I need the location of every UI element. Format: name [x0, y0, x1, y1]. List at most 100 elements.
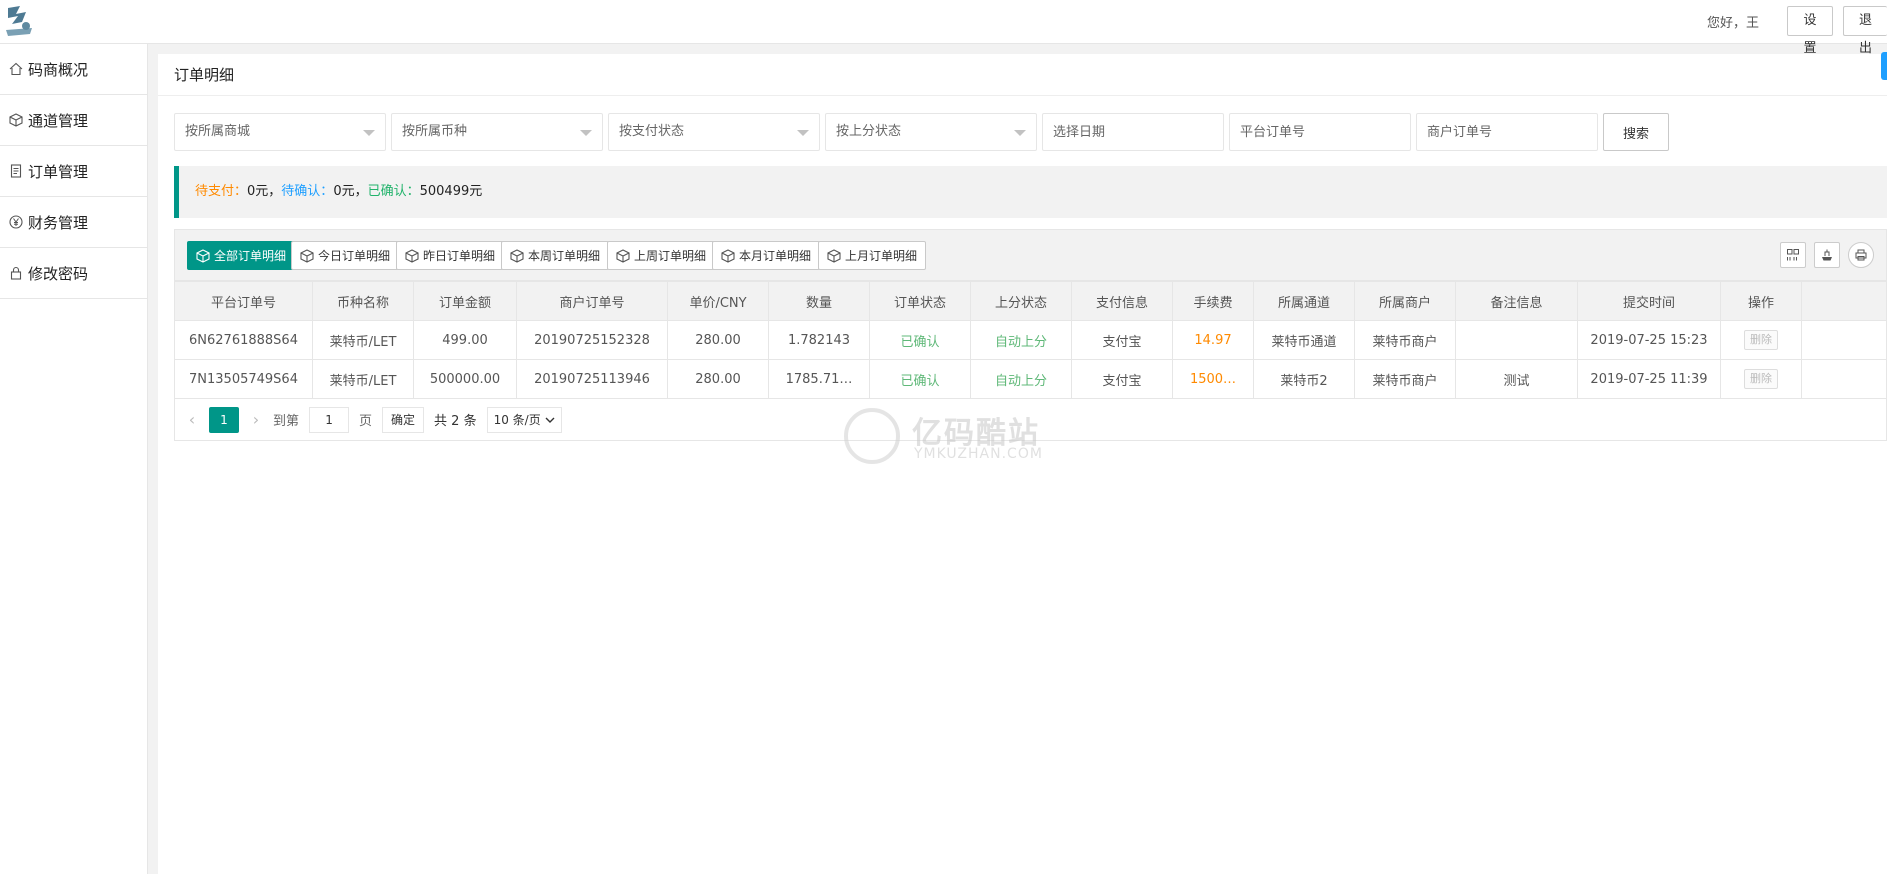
- confirmed-label: 已确认：: [367, 184, 420, 199]
- cell-amount: 500000.00: [413, 359, 517, 399]
- this-week-orders-button[interactable]: 本周订单明细: [501, 241, 610, 270]
- cell-pay-info: 支付宝: [1071, 359, 1173, 399]
- pending-confirm-value: 0元，: [333, 184, 368, 199]
- cell-merchant-order: 20190725113946: [516, 359, 668, 399]
- cube-icon: [405, 248, 419, 263]
- button-label: 上周订单明细: [634, 249, 707, 263]
- cell-platform-order: 7N13505749S64: [174, 359, 313, 399]
- caret-down-icon: [580, 130, 592, 136]
- col-header[interactable]: 数量: [768, 281, 870, 321]
- settings-button[interactable]: 设置: [1787, 6, 1833, 56]
- sidebar-item-label: 订单管理: [28, 162, 89, 181]
- sidebar-item-finance[interactable]: 财务管理: [0, 197, 147, 248]
- yen-icon: [8, 214, 24, 230]
- last-month-orders-button[interactable]: 上月订单明细: [818, 241, 927, 270]
- total-count: 共 2 条: [434, 414, 477, 429]
- cell-submit-time: 2019-07-25 11:39: [1577, 359, 1721, 399]
- col-header[interactable]: 手续费: [1172, 281, 1254, 321]
- col-header[interactable]: 单价/CNY: [667, 281, 769, 321]
- upscore-status-select[interactable]: 按上分状态: [825, 113, 1037, 151]
- logo[interactable]: [2, 2, 36, 40]
- sidebar-item-label: 修改密码: [28, 264, 89, 283]
- sidebar-item-overview[interactable]: 码商概况: [0, 44, 147, 95]
- summary-bar: 待支付：0元，待确认：0元，已确认：500499元: [174, 166, 1887, 218]
- cell-actions: 删除: [1720, 320, 1802, 360]
- edge-tab[interactable]: [1881, 52, 1887, 80]
- delete-button[interactable]: 删除: [1744, 369, 1778, 389]
- cube-icon: [510, 248, 524, 263]
- cell-upscore-status: 自动上分: [970, 320, 1072, 360]
- prev-page-icon[interactable]: ‹: [185, 410, 199, 429]
- export-icon[interactable]: [1814, 242, 1840, 268]
- sidebar-item-password[interactable]: 修改密码: [0, 248, 147, 299]
- currency-select-label: 按所属币种: [402, 124, 468, 139]
- col-header[interactable]: 备注信息: [1455, 281, 1578, 321]
- cell-pay-info: 支付宝: [1071, 320, 1173, 360]
- page-size-select[interactable]: 10 条/页: [486, 406, 562, 433]
- cell-fee: 14.97: [1172, 320, 1254, 360]
- cell-order-status: 已确认: [869, 320, 971, 360]
- cube-icon: [616, 248, 630, 263]
- cell-unit-price: 280.00: [667, 359, 769, 399]
- platform-order-input[interactable]: [1229, 113, 1411, 151]
- sidebar: 码商概况 通道管理 订单管理 财务管理 修改密码: [0, 44, 148, 874]
- col-header[interactable]: 订单状态: [869, 281, 971, 321]
- table-row[interactable]: 7N13505749S64 莱特币/LET 500000.00 20190725…: [174, 359, 1887, 399]
- col-header[interactable]: 支付信息: [1071, 281, 1173, 321]
- pending-pay-label: 待支付：: [195, 184, 248, 199]
- button-label: 昨日订单明细: [423, 249, 496, 263]
- columns-icon[interactable]: [1780, 242, 1806, 268]
- sidebar-item-label: 通道管理: [28, 111, 89, 130]
- cell-channel: 莱特币2: [1253, 359, 1355, 399]
- pay-status-select-label: 按支付状态: [619, 124, 685, 139]
- cell-merchant: 莱特币商户: [1354, 359, 1456, 399]
- goto-page-input[interactable]: [309, 406, 350, 433]
- sidebar-item-orders[interactable]: 订单管理: [0, 146, 147, 197]
- sidebar-item-label: 财务管理: [28, 213, 89, 232]
- home-icon: [8, 61, 24, 77]
- yesterday-orders-button[interactable]: 昨日订单明细: [396, 241, 505, 270]
- cell-channel: 莱特币通道: [1253, 320, 1355, 360]
- next-page-icon[interactable]: ›: [249, 410, 263, 429]
- col-header[interactable]: 所属通道: [1253, 281, 1355, 321]
- cube-icon: [196, 248, 210, 263]
- current-page[interactable]: 1: [209, 406, 239, 433]
- col-header[interactable]: 操作: [1720, 281, 1802, 321]
- cell-order-status: 已确认: [869, 359, 971, 399]
- delete-button[interactable]: 删除: [1744, 330, 1778, 350]
- button-label: 全部订单明细: [214, 249, 287, 263]
- cell-fee: 1500…: [1172, 359, 1254, 399]
- button-label: 今日订单明细: [318, 249, 391, 263]
- currency-select[interactable]: 按所属币种: [391, 113, 603, 151]
- caret-down-icon: [797, 130, 809, 136]
- all-orders-button[interactable]: 全部订单明细: [187, 241, 296, 270]
- col-header[interactable]: 提交时间: [1577, 281, 1721, 321]
- col-header[interactable]: 上分状态: [970, 281, 1072, 321]
- logout-button[interactable]: 退出: [1843, 6, 1887, 56]
- pay-status-select[interactable]: 按支付状态: [608, 113, 820, 151]
- page-unit-label: 页: [359, 414, 373, 429]
- page-size-label: 10 条/页: [493, 412, 541, 427]
- mall-select[interactable]: 按所属商城: [174, 113, 386, 151]
- col-header[interactable]: 订单金额: [413, 281, 517, 321]
- col-header[interactable]: 所属商户: [1354, 281, 1456, 321]
- print-icon[interactable]: [1848, 242, 1874, 268]
- col-header[interactable]: 商户订单号: [516, 281, 668, 321]
- pending-pay-value: 0元，: [247, 184, 282, 199]
- search-button[interactable]: 搜索: [1603, 113, 1669, 151]
- goto-label: 到第: [273, 414, 300, 429]
- merchant-order-input[interactable]: [1416, 113, 1598, 151]
- goto-confirm-button[interactable]: 确定: [382, 406, 425, 433]
- table-row[interactable]: 6N62761888S64 莱特币/LET 499.00 20190725152…: [174, 320, 1887, 360]
- col-header[interactable]: 币种名称: [312, 281, 414, 321]
- sidebar-item-channels[interactable]: 通道管理: [0, 95, 147, 146]
- today-orders-button[interactable]: 今日订单明细: [291, 241, 400, 270]
- sidebar-item-label: 码商概况: [28, 60, 89, 79]
- date-input[interactable]: [1042, 113, 1224, 151]
- this-month-orders-button[interactable]: 本月订单明细: [712, 241, 821, 270]
- col-header[interactable]: 平台订单号: [174, 281, 313, 321]
- cell-quantity: 1785.71…: [768, 359, 870, 399]
- cell-platform-order: 6N62761888S64: [174, 320, 313, 360]
- table-toolbar: 全部订单明细 今日订单明细 昨日订单明细 本周订单明细 上周订单明细 本月订单明…: [174, 229, 1887, 281]
- last-week-orders-button[interactable]: 上周订单明细: [607, 241, 716, 270]
